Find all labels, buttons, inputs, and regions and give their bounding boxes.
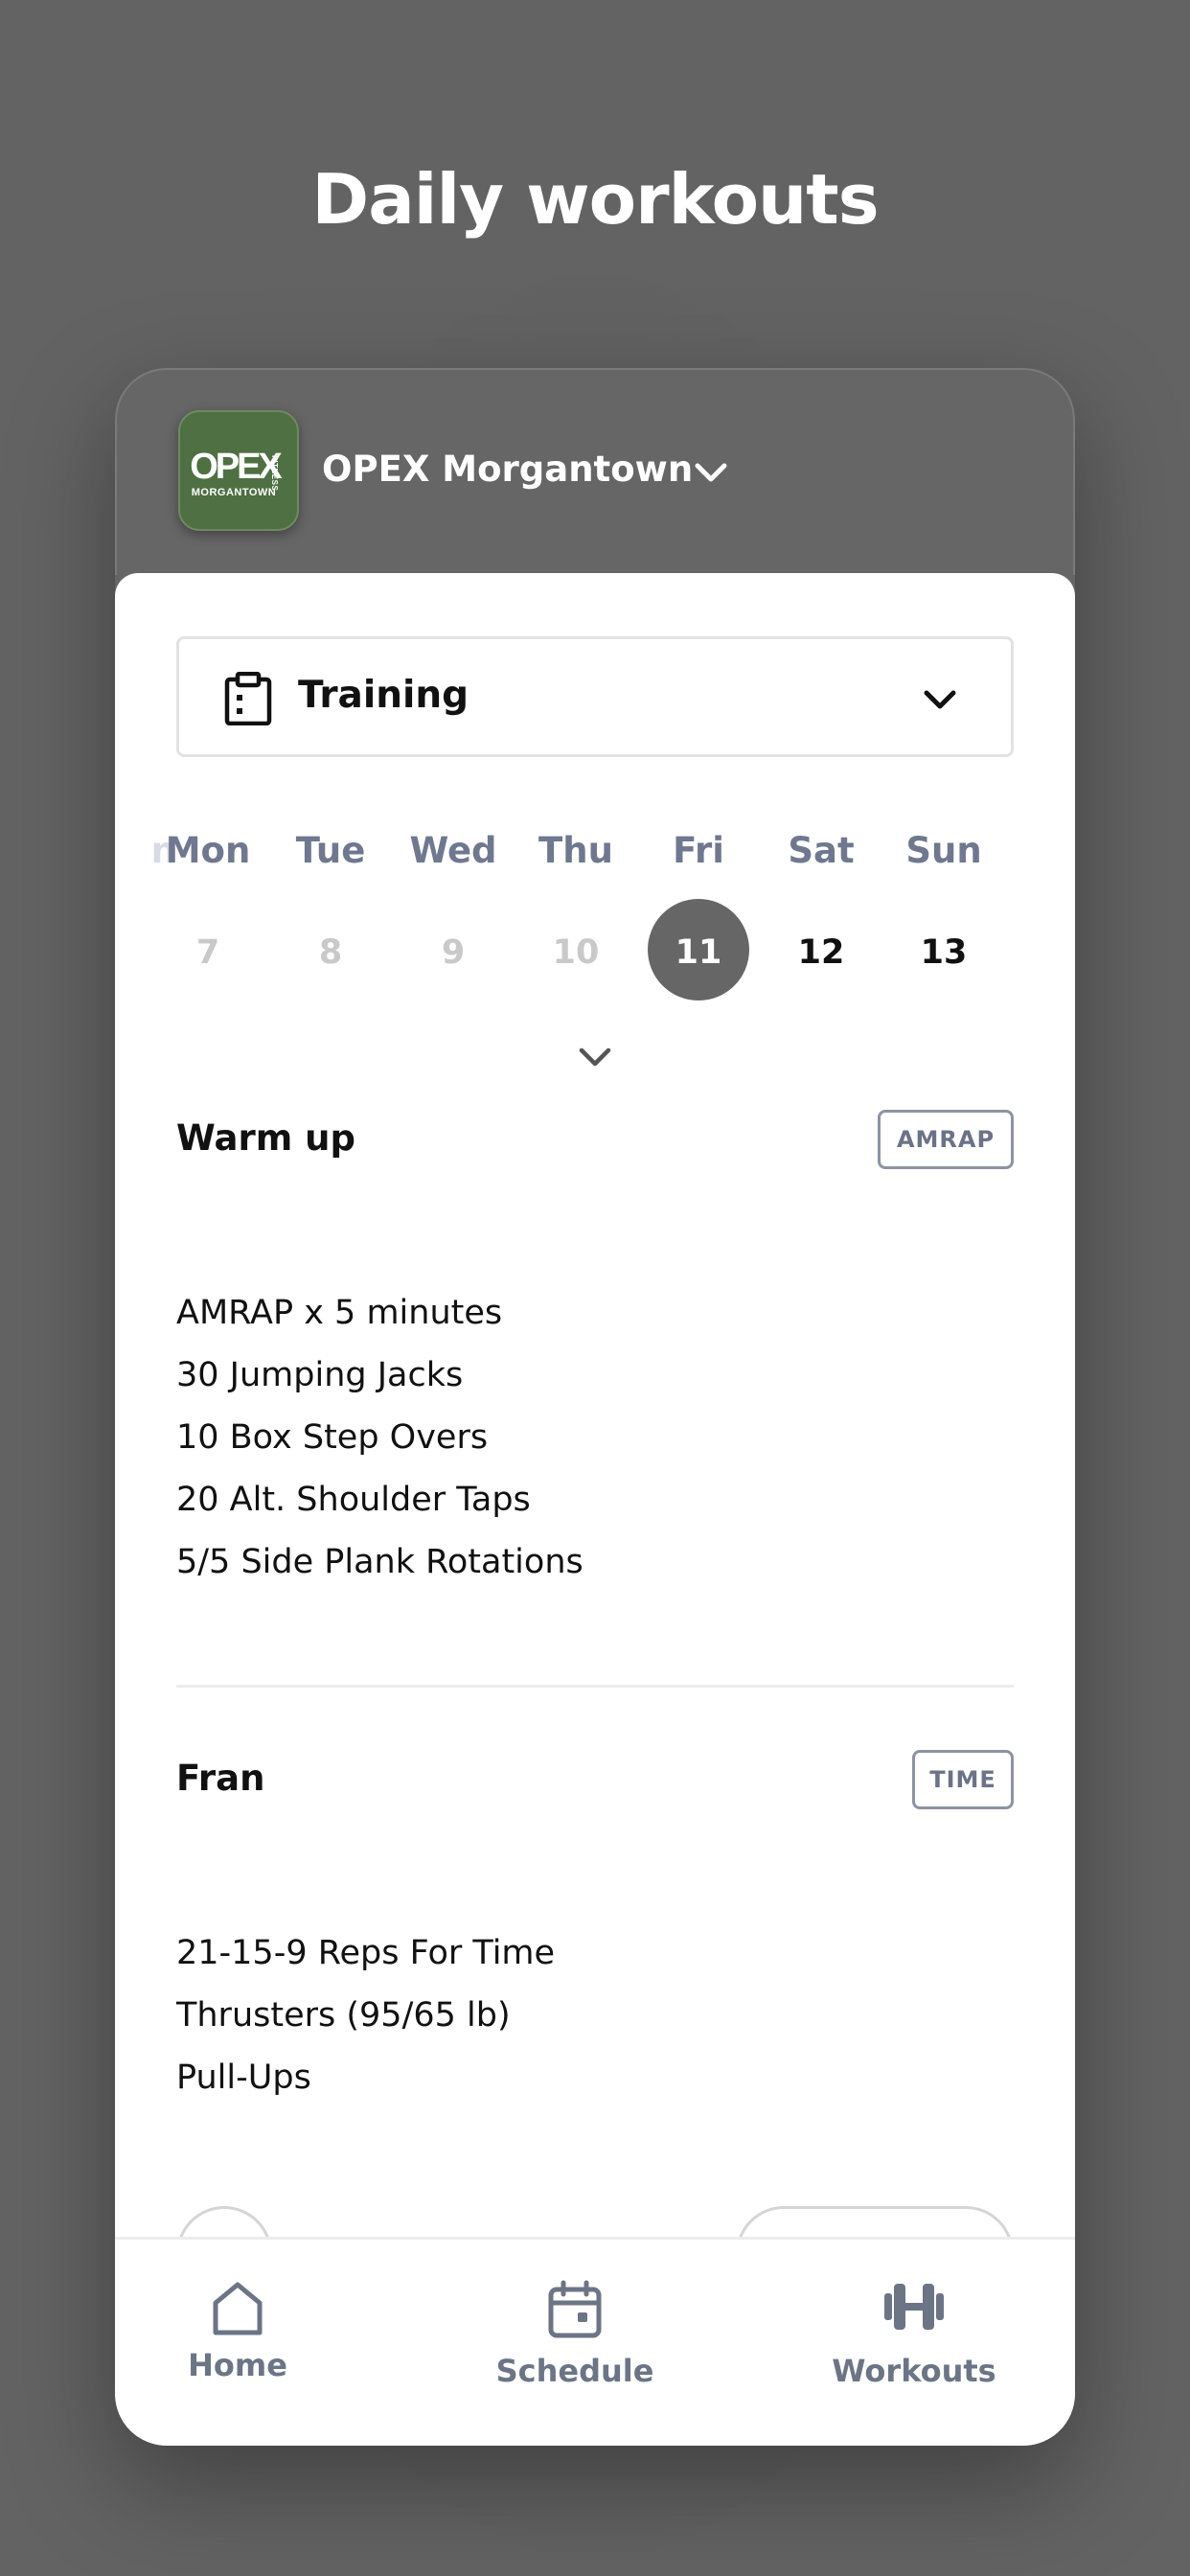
workout-type-badge: TIME (912, 1750, 1014, 1809)
day-number: 9 (441, 933, 466, 972)
logo-side-text: FITNESS (270, 455, 279, 492)
chevron-down-icon[interactable] (690, 458, 732, 487)
tab-schedule-label: Schedule (495, 2353, 654, 2389)
workout-line: Thrusters (95/65 lb) (176, 1996, 511, 2035)
workout-line: 20 Alt. Shoulder Taps (176, 1481, 531, 1519)
day-number: 13 (920, 933, 968, 972)
program-dropdown[interactable]: Training (176, 636, 1014, 757)
gym-logo[interactable]: OPEX MORGANTOWN FITNESS (178, 410, 299, 531)
calendar-icon (548, 2280, 602, 2338)
workout-line: 5/5 Side Plank Rotations (176, 1543, 584, 1581)
dumbbell-icon (884, 2284, 944, 2330)
day-name: Mon (165, 830, 251, 871)
expand-week-chevron-icon[interactable] (576, 1045, 614, 1070)
day-number: 11 (675, 933, 722, 972)
tab-home-label: Home (188, 2347, 287, 2383)
day-name: Fri (673, 830, 724, 871)
clipboard-icon (224, 672, 272, 725)
tab-schedule[interactable]: Schedule (479, 2240, 671, 2446)
day-name: Tue (295, 830, 366, 871)
program-dropdown-value: Training (298, 674, 469, 717)
bottom-tab-bar: Home Schedule Workouts (115, 2237, 1075, 2446)
day-name: Thu (538, 830, 613, 871)
gym-name[interactable]: OPEX Morgantown (322, 448, 693, 490)
workout-line: 10 Box Step Overs (176, 1418, 489, 1457)
home-icon (213, 2282, 263, 2335)
day-number: 12 (797, 933, 845, 972)
app-header: OPEX MORGANTOWN FITNESS OPEX Morgantown (115, 368, 1075, 575)
workout-line: 21-15-9 Reps For Time (176, 1934, 556, 1972)
week-day-picker: n Mon 7 Tue 8 Wed 9 Thu 10 Fri 11 Sat 12… (115, 830, 1075, 1002)
workout-sheet: Training n Mon 7 Tue 8 Wed 9 Thu 10 Fri … (115, 573, 1075, 2446)
day-name: Sun (905, 830, 982, 871)
day-name: Sat (788, 830, 855, 871)
workout-line: 30 Jumping Jacks (176, 1356, 464, 1394)
workout-type-badge: AMRAP (878, 1110, 1014, 1169)
section-title: Warm up (176, 1117, 355, 1159)
day-name: Wed (409, 830, 497, 871)
logo-subtext: MORGANTOWN (191, 487, 277, 498)
workout-line: Pull-Ups (176, 2058, 311, 2097)
phone-frame: OPEX MORGANTOWN FITNESS OPEX Morgantown … (115, 368, 1075, 2446)
page-headline: Daily workouts (311, 159, 879, 240)
workout-description: 21-15-9 Reps For Time Thrusters (95/65 l… (176, 1922, 555, 2109)
day-number: 8 (318, 933, 343, 972)
section-title: Fran (176, 1758, 265, 1799)
tab-home[interactable]: Home (172, 2240, 303, 2446)
chevron-down-icon (924, 690, 956, 709)
workout-description: AMRAP x 5 minutes 30 Jumping Jacks 10 Bo… (176, 1282, 584, 1594)
logo-text: OPEX (190, 447, 283, 487)
workout-line: AMRAP x 5 minutes (176, 1294, 503, 1332)
day-number: 10 (552, 933, 600, 972)
day-number: 7 (195, 933, 220, 972)
tab-workouts[interactable]: Workouts (828, 2240, 1000, 2446)
tab-workouts-label: Workouts (832, 2353, 996, 2389)
section-divider (176, 1685, 1014, 1688)
